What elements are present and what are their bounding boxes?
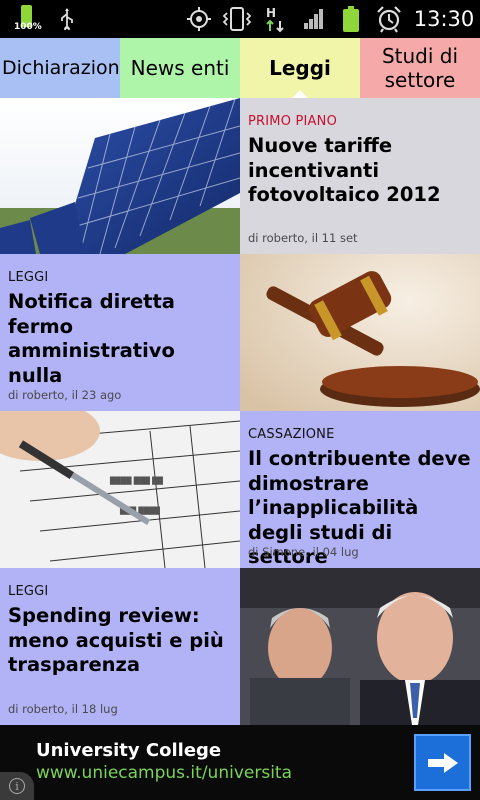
article-category: LEGGI [8,270,49,285]
battery-full-icon [340,0,362,38]
ad-title: University College [36,740,222,761]
ad-banner[interactable]: University College www.uniecampus.it/uni… [0,725,480,800]
article-category: PRIMO PIANO [248,114,338,129]
article-meta: di roberto, il 23 ago [8,388,122,402]
article-card[interactable]: LEGGI Notifica diretta fermo amministrat… [0,254,240,411]
article-title: Notifica diretta fermo amministrativo nu… [8,290,175,387]
clock: 13:30 [413,7,475,31]
data-transfer-icon: H [264,0,290,38]
signal-icon [302,0,326,38]
politicians-photo-image[interactable] [240,568,480,725]
tab-bar: Dichiarazioni News enti Leggi Studi di s… [0,38,480,98]
battery-icon [14,0,38,38]
battery-percent: 100% [14,22,42,32]
tab-label: Leggi [269,56,331,80]
tab-label: News enti [130,56,230,80]
status-bar: 100% H 13:30 [0,0,480,38]
article-category: CASSAZIONE [248,427,335,442]
tab-studi-di-settore[interactable]: Studi di settore [360,38,480,98]
article-title: Nuove tariffe incentivanti fotovoltaico … [248,134,441,206]
article-card[interactable]: LEGGI Spending review: meno acquisti e p… [0,568,240,725]
tab-label: Studi di settore [381,44,459,92]
info-icon[interactable]: i [0,772,34,800]
svg-text:████ ███ ██: ████ ███ ██ [109,476,164,485]
tab-label: Dichiarazioni [2,57,120,79]
selected-indicator [292,90,308,98]
arrow-right-icon[interactable] [414,734,471,791]
article-category: LEGGI [8,584,49,599]
ad-url[interactable]: www.uniecampus.it/universita [36,763,292,783]
svg-text:H: H [266,6,276,20]
usb-icon [56,0,78,38]
article-meta: di roberto, il 18 lug [8,702,118,716]
tab-leggi[interactable]: Leggi [240,38,360,98]
gps-icon [186,0,212,38]
article-grid: PRIMO PIANO Nuove tariffe incentivanti f… [0,98,480,725]
solar-panels-image[interactable] [0,98,240,254]
vibrate-icon [222,0,252,38]
article-meta: di Simone, il 04 lug [248,545,359,559]
tab-dichiarazioni[interactable]: Dichiarazioni [0,38,120,98]
tax-form-pen-image[interactable]: ████ ███ ██ ███ ████ [0,411,240,568]
gavel-image[interactable] [240,254,480,411]
article-meta: di roberto, il 11 set [248,231,358,245]
article-title: Spending review: meno acquisti e più tra… [8,604,224,676]
alarm-icon [374,0,404,38]
tab-news-enti[interactable]: News enti [120,38,240,98]
article-card[interactable]: CASSAZIONE Il contribuente deve dimostra… [240,411,480,568]
article-card[interactable]: PRIMO PIANO Nuove tariffe incentivanti f… [240,98,480,254]
